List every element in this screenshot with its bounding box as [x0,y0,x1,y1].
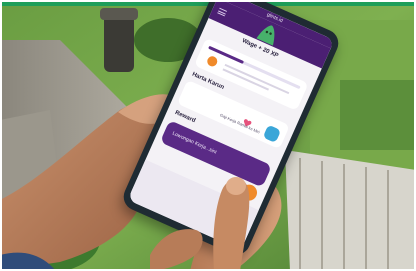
photo-scene: glints.id Wage + 20 XP Harta Karun Gaji … [0,0,416,271]
foreground-hands [150,177,250,271]
